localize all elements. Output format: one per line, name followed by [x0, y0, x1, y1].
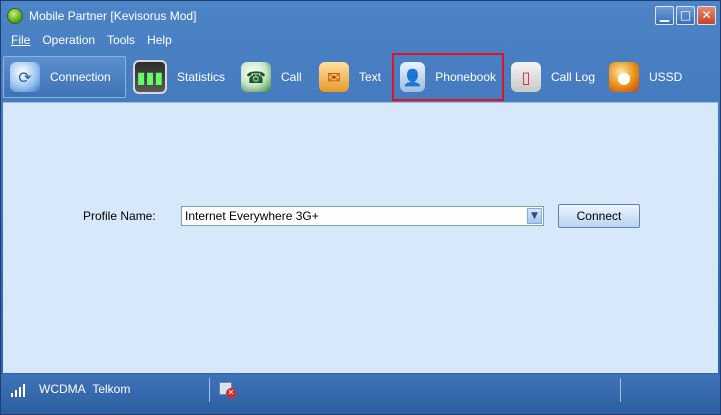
- profile-name-label: Profile Name:: [83, 209, 156, 223]
- toolbar-call-log-button[interactable]: ▯ Call Log: [504, 56, 602, 98]
- app-window: Mobile Partner [Kevisorus Mod] ▁ □ ✕ Fil…: [0, 0, 721, 415]
- profile-row: Profile Name: Internet Everywhere 3G+ ▼ …: [83, 204, 640, 228]
- minimize-button[interactable]: ▁: [655, 6, 674, 25]
- connect-button[interactable]: Connect: [558, 204, 640, 228]
- app-logo-icon: [7, 8, 23, 24]
- toolbar-ussd-label: USSD: [649, 70, 683, 84]
- call-icon: ☎: [241, 62, 271, 92]
- connection-panel: Profile Name: Internet Everywhere 3G+ ▼ …: [3, 102, 718, 373]
- toolbar-call-log-label: Call Log: [550, 70, 596, 84]
- close-button[interactable]: ✕: [697, 6, 716, 25]
- main-toolbar: ⟳ Connection ▮▮▮ Statistics ☎ Call ✉ Tex…: [3, 52, 718, 102]
- title-bar[interactable]: Mobile Partner [Kevisorus Mod] ▁ □ ✕: [1, 1, 720, 31]
- network-type: WCDMA: [39, 382, 86, 396]
- toolbar-text-button[interactable]: ✉ Text: [312, 56, 392, 98]
- menu-tools[interactable]: Tools: [101, 32, 141, 48]
- profile-name-dropdown[interactable]: Internet Everywhere 3G+ ▼: [181, 206, 544, 226]
- operator-name: Telkom: [92, 382, 131, 396]
- toolbar-phonebook-label: Phonebook: [435, 70, 496, 84]
- connection-icon: ⟳: [10, 62, 40, 92]
- toolbar-connection-button[interactable]: ⟳ Connection: [3, 56, 126, 98]
- text-icon: ✉: [319, 62, 349, 92]
- status-divider: [620, 378, 621, 402]
- call-log-icon: ▯: [511, 62, 541, 92]
- toolbar-statistics-label: Statistics: [177, 70, 226, 84]
- menu-operation[interactable]: Operation: [36, 32, 101, 48]
- menu-bar: File Operation Tools Help: [1, 31, 720, 49]
- statistics-icon: ▮▮▮: [133, 60, 167, 94]
- profile-name-value: Internet Everywhere 3G+: [185, 209, 319, 223]
- toolbar-call-label: Call: [281, 70, 302, 84]
- ussd-icon: ●: [609, 62, 639, 92]
- toolbar-call-button[interactable]: ☎ Call: [234, 56, 312, 98]
- maximize-button[interactable]: □: [676, 6, 695, 25]
- status-divider: [209, 378, 210, 402]
- window-controls: ▁ □ ✕: [655, 6, 716, 25]
- toolbar-connection-label: Connection: [50, 70, 111, 84]
- toolbar-text-label: Text: [359, 70, 382, 84]
- menu-file[interactable]: File: [5, 32, 36, 48]
- window-title: Mobile Partner [Kevisorus Mod]: [29, 9, 197, 23]
- network-status: WCDMA Telkom: [39, 382, 130, 396]
- sms-error-icon[interactable]: ✕: [219, 382, 237, 398]
- toolbar-ussd-button[interactable]: ● USSD: [602, 56, 692, 98]
- status-bar: WCDMA Telkom ✕: [1, 374, 720, 414]
- chevron-down-icon[interactable]: ▼: [527, 208, 542, 224]
- phonebook-icon: 👤: [400, 62, 426, 92]
- toolbar-phonebook-button[interactable]: 👤 Phonebook: [392, 53, 504, 101]
- menu-help[interactable]: Help: [141, 32, 178, 48]
- signal-strength-icon: [11, 383, 31, 397]
- toolbar-statistics-button[interactable]: ▮▮▮ Statistics: [126, 56, 234, 98]
